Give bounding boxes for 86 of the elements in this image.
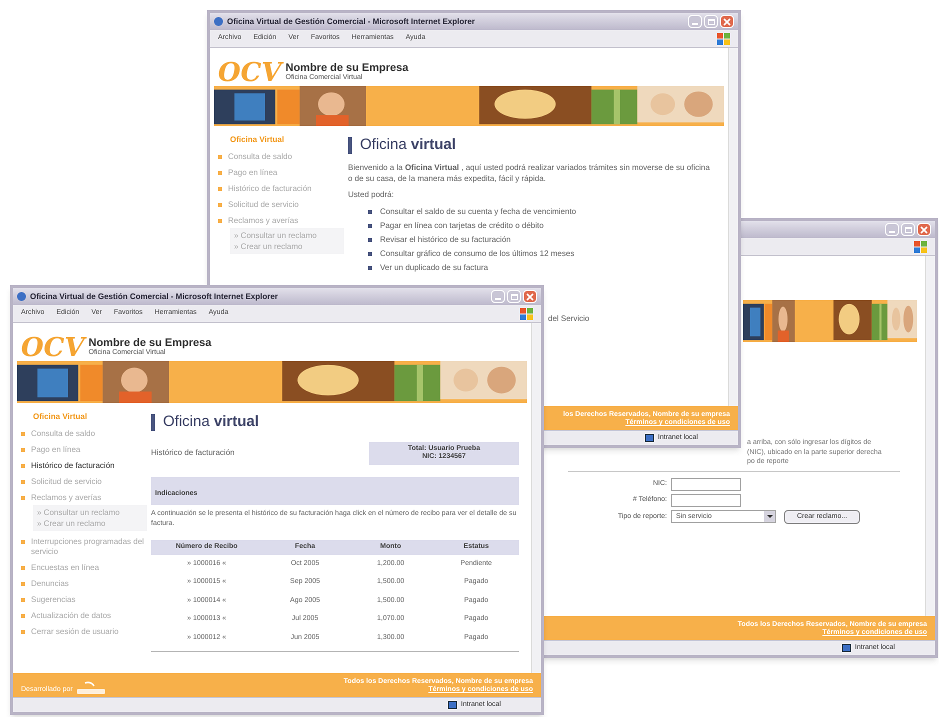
lead-text: Usted podrá: <box>348 188 395 200</box>
logo: OCV <box>218 60 282 86</box>
bullet-icon <box>21 448 25 452</box>
submenu-item[interactable]: » Crear un reclamo <box>37 518 143 529</box>
developer-logo <box>76 681 105 695</box>
bullet-icon <box>368 266 372 270</box>
scrollbar[interactable] <box>531 323 541 673</box>
sidebar-item[interactable]: Pago en línea <box>31 445 80 455</box>
close-button[interactable] <box>720 15 734 28</box>
sidebar-title: Oficina Virtual <box>229 134 286 146</box>
bullet-icon <box>218 219 222 223</box>
maximize-button[interactable] <box>901 223 915 236</box>
section-subtitle: Histórico de facturación <box>151 447 235 460</box>
scrollbar[interactable] <box>925 256 935 616</box>
intro-paragraph: Bienvenido a la Oficina Virtual , aquí usted podrá realizar variados trámites sin moverse de su oficina o de su casa, de la manera más expedita, fácil y rápida. <box>348 162 711 184</box>
page-heading: Oficina virtual <box>163 412 259 432</box>
submenu-item[interactable]: » Crear un reclamo <box>234 241 340 252</box>
flag-icon <box>914 240 927 252</box>
minimize-button[interactable] <box>688 15 702 28</box>
computer-icon <box>842 644 851 652</box>
bullet-icon <box>21 432 25 436</box>
bullet-icon <box>368 252 372 256</box>
sidebar-item[interactable]: Pago en línea <box>228 168 278 178</box>
input-field[interactable] <box>671 494 741 507</box>
sidebar-item[interactable]: Histórico de facturación <box>31 461 115 471</box>
maximize-button[interactable] <box>704 15 718 28</box>
flag-icon <box>520 308 533 320</box>
minimize-button[interactable] <box>491 290 505 303</box>
bullet-icon <box>21 496 25 500</box>
flag-icon <box>717 32 730 44</box>
computer-icon <box>448 701 457 709</box>
submenu-item[interactable]: » Consultar un reclamo <box>234 230 340 241</box>
feature-item: Consultar gráfico de consumo de los últimos 12 meses <box>380 248 574 260</box>
page-heading: Oficina virtual <box>360 135 456 155</box>
feature-item: del Servicio <box>548 312 590 324</box>
bullet-icon <box>368 224 372 228</box>
sidebar-item[interactable]: Actualización de datos <box>31 611 112 621</box>
sidebar-item[interactable]: Denuncias <box>31 579 69 589</box>
company-name: Nombre de su Empresa <box>286 63 408 74</box>
close-icon <box>723 18 731 26</box>
close-button[interactable] <box>523 290 537 303</box>
minimize-button[interactable] <box>885 223 899 236</box>
browser-icon <box>214 17 223 26</box>
sidebar-item[interactable]: Interrupciones programadas del servicio <box>31 537 147 557</box>
close-button[interactable] <box>917 223 931 236</box>
window-title: Oficina Virtual de Gestión Comercial - Microsoft Internet Explorer <box>227 16 475 28</box>
bullet-icon <box>368 210 372 214</box>
sidebar-item[interactable]: Histórico de facturación <box>228 184 312 194</box>
feature-item: Revisar el histórico de su facturación <box>380 234 511 246</box>
browser-icon <box>17 292 26 301</box>
logo: OCV <box>21 335 85 361</box>
sidebar-item[interactable]: Sugerencias <box>31 595 76 605</box>
bullet-icon <box>21 464 25 468</box>
sidebar-item[interactable]: Encuestas en línea <box>31 563 100 573</box>
bullet-icon <box>218 203 222 207</box>
sidebar-item[interactable]: Reclamos y averías <box>228 216 298 226</box>
submenu-item[interactable]: » Consultar un reclamo <box>37 507 143 518</box>
sidebar-title: Oficina Virtual <box>32 411 88 423</box>
bullet-icon <box>21 566 25 570</box>
computer-icon <box>644 434 654 442</box>
window-title: Oficina Virtual de Gestión Comercial - Microsoft Internet Explorer <box>30 290 278 302</box>
close-icon <box>526 292 534 300</box>
bullet-icon <box>368 238 372 242</box>
bullet-icon <box>218 187 222 191</box>
bullet-icon <box>218 171 222 175</box>
sidebar-item[interactable]: Solicitud de servicio <box>228 200 299 210</box>
bullet-icon <box>218 155 222 159</box>
close-icon <box>920 226 928 234</box>
scrollbar[interactable] <box>728 48 738 406</box>
bullet-icon <box>21 630 25 634</box>
bullet-icon <box>21 480 25 484</box>
sidebar-item[interactable]: Cerrar sesión de usuario <box>31 627 119 637</box>
feature-item: Ver un duplicado de su factura <box>380 262 488 274</box>
bullet-icon <box>21 598 25 602</box>
sidebar-item[interactable]: Consulta de saldo <box>228 152 292 162</box>
bullet-icon <box>21 614 25 618</box>
bullet-icon <box>21 582 25 586</box>
input-field[interactable] <box>671 478 741 491</box>
maximize-button[interactable] <box>507 290 521 303</box>
feature-item: Pagar en línea con tarjetas de crédito o débito <box>380 220 544 232</box>
sidebar-item[interactable]: Consulta de saldo <box>31 429 96 439</box>
company-name: Nombre de su Empresa <box>88 338 212 350</box>
bullet-icon <box>21 540 25 544</box>
sidebar-item[interactable]: Reclamos y averías <box>31 493 102 503</box>
feature-item: Consultar el saldo de su cuenta y fecha de vencimiento <box>380 206 576 218</box>
sidebar-item[interactable]: Solicitud de servicio <box>31 477 102 487</box>
